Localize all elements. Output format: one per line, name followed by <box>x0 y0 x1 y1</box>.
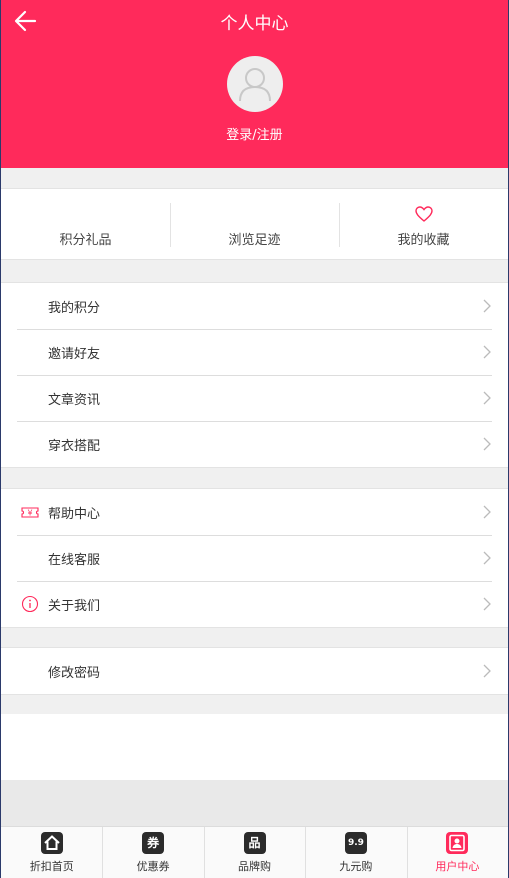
tab-label: 折扣首页 <box>29 860 74 873</box>
chevron-right-icon <box>483 664 491 678</box>
info-circle-icon <box>21 595 39 613</box>
chevron-right-icon <box>483 597 491 611</box>
menu-item-label: 文章资讯 <box>48 393 101 408</box>
tab-label: 品牌购 <box>238 860 272 873</box>
menu-item-online-service[interactable]: 在线客服 <box>1 535 508 581</box>
menu-item-label: 我的积分 <box>48 301 101 316</box>
menu-item-label: 穿衣搭配 <box>48 439 101 454</box>
chevron-right-icon <box>483 345 491 359</box>
tab-label: 优惠券 <box>136 860 170 873</box>
tab-label: 用户中心 <box>435 860 480 873</box>
menu-item-label: 修改密码 <box>48 666 101 681</box>
avatar[interactable] <box>227 56 283 112</box>
quick-actions: 积分礼品 浏览足迹 我的收藏 <box>1 188 508 260</box>
menu-item-label: 关于我们 <box>48 599 101 614</box>
quick-item-favorites[interactable]: 我的收藏 <box>339 189 508 259</box>
quick-item-label: 我的收藏 <box>397 233 450 248</box>
chevron-right-icon <box>483 391 491 405</box>
menu-item-label: 在线客服 <box>48 553 101 568</box>
chevron-right-icon <box>483 437 491 451</box>
menu-item-label: 帮助中心 <box>48 507 101 522</box>
tab-label: 九元购 <box>339 860 373 873</box>
svg-text:¥: ¥ <box>27 509 32 518</box>
bottom-spacer <box>1 780 508 826</box>
quick-item-points-gifts[interactable]: 积分礼品 <box>1 189 170 259</box>
menu-group-security: 修改密码 <box>1 647 508 695</box>
menu-item-label: 邀请好友 <box>48 347 101 362</box>
login-register-link[interactable]: 登录/注册 <box>1 124 508 143</box>
coupon-icon: 券 <box>142 832 165 854</box>
chevron-right-icon <box>483 551 491 565</box>
content-spacer <box>1 714 508 780</box>
brand-icon: 品 <box>243 832 266 854</box>
tab-discount-home[interactable]: 折扣首页 <box>1 827 102 878</box>
coupon-yuan-icon: ¥ <box>21 507 39 518</box>
bottom-tab-bar: 折扣首页 券 优惠券 品 品牌购 9.9 九元购 用户中心 <box>1 826 508 878</box>
page-title: 个人中心 <box>220 14 289 34</box>
tab-brands[interactable]: 品 品牌购 <box>203 827 305 878</box>
tab-coupons[interactable]: 券 优惠券 <box>102 827 203 878</box>
tab-nine-yuan[interactable]: 9.9 九元购 <box>305 827 406 878</box>
nine-nine-icon: 9.9 <box>344 832 367 854</box>
menu-item-my-points[interactable]: 我的积分 <box>1 283 508 329</box>
menu-item-change-password[interactable]: 修改密码 <box>1 648 508 694</box>
user-card-icon <box>446 832 469 854</box>
menu-item-articles[interactable]: 文章资讯 <box>1 375 508 421</box>
chevron-right-icon <box>483 505 491 519</box>
chevron-right-icon <box>483 299 491 313</box>
user-silhouette-icon <box>239 68 271 102</box>
menu-item-help-center[interactable]: ¥ 帮助中心 <box>1 489 508 535</box>
menu-item-outfits[interactable]: 穿衣搭配 <box>1 421 508 467</box>
quick-item-label: 积分礼品 <box>59 233 112 248</box>
menu-item-about-us[interactable]: 关于我们 <box>1 581 508 627</box>
profile-header: 个人中心 登录/注册 <box>1 0 508 168</box>
quick-item-browse-history[interactable]: 浏览足迹 <box>170 189 339 259</box>
quick-item-label: 浏览足迹 <box>228 233 281 248</box>
tab-user-center[interactable]: 用户中心 <box>406 827 508 878</box>
menu-group-account: 我的积分 邀请好友 文章资讯 穿衣搭配 <box>1 282 508 468</box>
menu-item-invite-friends[interactable]: 邀请好友 <box>1 329 508 375</box>
heart-outline-icon <box>414 206 433 222</box>
home-icon <box>40 832 63 854</box>
menu-group-support: ¥ 帮助中心 在线客服 关于我们 <box>1 488 508 628</box>
